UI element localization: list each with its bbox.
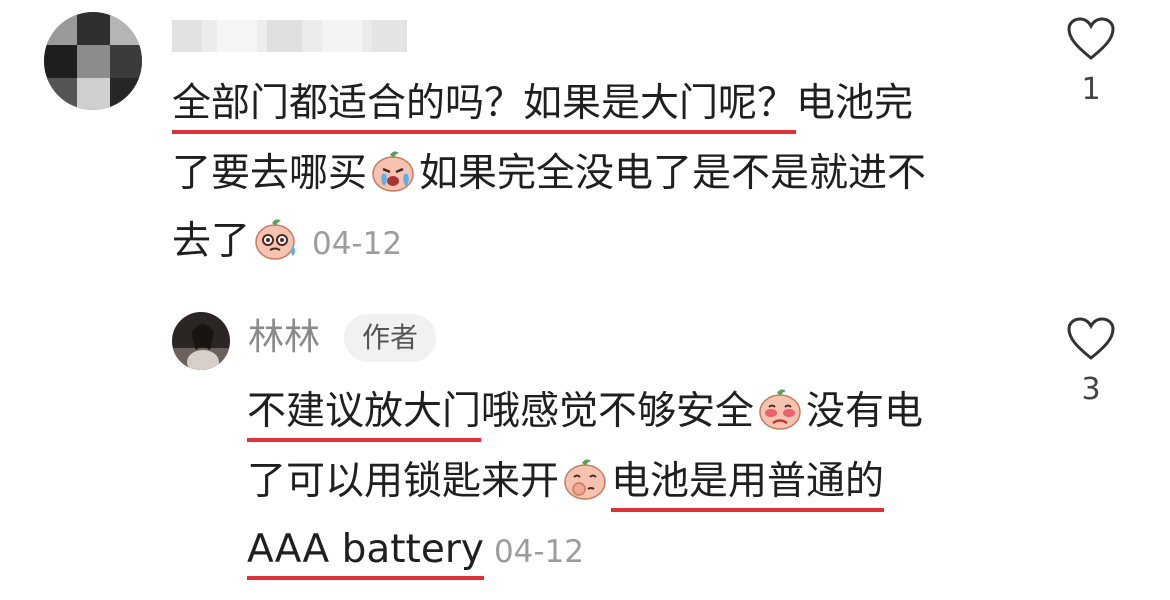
underlined-text: 不建议放大门 bbox=[247, 388, 482, 442]
thinking-emoji-icon bbox=[562, 455, 608, 501]
avatar[interactable] bbox=[172, 312, 230, 370]
comment-text: 电池完 bbox=[796, 81, 914, 126]
like-button[interactable]: 3 bbox=[1056, 316, 1126, 407]
reply-text: 了可以用锁匙来开 bbox=[247, 459, 560, 504]
like-button[interactable]: 1 bbox=[1056, 16, 1126, 107]
underlined-text: 电池是用普通的 bbox=[611, 458, 885, 512]
blushing-emoji-icon bbox=[757, 385, 803, 431]
heart-icon bbox=[1067, 317, 1115, 360]
comment-text: 如果完全没电了是不是就进不 bbox=[419, 151, 927, 196]
underlined-text: 如果是大门呢？ bbox=[523, 80, 797, 134]
sweating-emoji-icon bbox=[253, 215, 299, 261]
reply-date: 04-12 bbox=[493, 534, 585, 570]
reply-line-2: 了可以用锁匙来开 电池是用普通的 bbox=[247, 454, 885, 512]
underlined-text: AAA battery bbox=[247, 526, 484, 580]
like-count: 1 bbox=[1081, 72, 1101, 107]
author-badge: 作者 bbox=[344, 314, 437, 362]
reply-line-3: AAA battery 04-12 bbox=[247, 522, 584, 580]
author-name[interactable]: 林林 bbox=[248, 313, 320, 363]
comment-line-1: 全部门都适合的吗？如果是大门呢？电池完 bbox=[172, 76, 913, 134]
crying-emoji-icon bbox=[370, 147, 416, 193]
comment-text: 了要去哪买 bbox=[172, 151, 368, 196]
avatar[interactable] bbox=[44, 12, 142, 110]
blurred-username[interactable] bbox=[172, 16, 407, 56]
comment-text: 去了 bbox=[172, 219, 251, 264]
comment-line-2: 了要去哪买 如果完全没电了是不是就进不 bbox=[172, 146, 926, 202]
comment-date: 04-12 bbox=[312, 226, 403, 262]
comment-line-3: 去了 04-12 bbox=[172, 214, 402, 272]
heart-icon bbox=[1067, 17, 1115, 60]
underlined-text: 全部门都适合的吗？ bbox=[172, 80, 524, 134]
reply-text: 哦感觉不够安全 bbox=[481, 389, 755, 434]
reply-line-1: 不建议放大门哦感觉不够安全 没有电 bbox=[247, 384, 923, 442]
reply-text: 没有电 bbox=[806, 389, 924, 434]
like-count: 3 bbox=[1081, 372, 1101, 407]
